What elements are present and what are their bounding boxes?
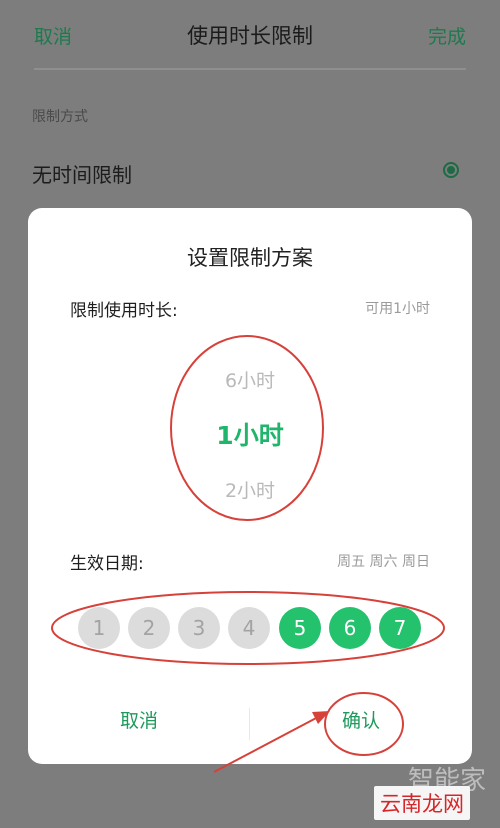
picker-item-selected[interactable]: 1小时 xyxy=(28,416,472,452)
dialog-title: 设置限制方案 xyxy=(187,246,313,270)
option-label: 无时间限制 xyxy=(32,163,132,187)
page-title: 使用时长限制 xyxy=(187,24,313,48)
duration-label: 限制使用时长: xyxy=(70,301,178,321)
option-no-limit[interactable]: 无时间限制 xyxy=(0,150,500,194)
day-button-1[interactable]: 1 xyxy=(78,607,120,649)
day-button-2[interactable]: 2 xyxy=(128,607,170,649)
day-selector: 1 2 3 4 5 6 7 xyxy=(78,607,438,649)
header-done-button[interactable]: 完成 xyxy=(428,22,466,49)
section-label: 限制方式 xyxy=(32,109,88,125)
top-bar: 取消 使用时长限制 完成 xyxy=(0,0,500,70)
day-button-6[interactable]: 6 xyxy=(329,607,371,649)
day-button-4[interactable]: 4 xyxy=(228,607,270,649)
dialog-confirm-button[interactable]: 确认 xyxy=(250,706,472,733)
date-label: 生效日期: xyxy=(70,554,144,574)
dialog-cancel-button[interactable]: 取消 xyxy=(28,706,250,733)
picker-item-next[interactable]: 2小时 xyxy=(28,476,472,503)
watermark-bottom: 云南龙网 xyxy=(374,786,470,820)
duration-picker[interactable]: 6小时 1小时 2小时 xyxy=(28,348,472,508)
limit-plan-dialog: 设置限制方案 限制使用时长: 可用1小时 6小时 1小时 2小时 生效日期: 周… xyxy=(28,208,472,764)
day-button-5[interactable]: 5 xyxy=(279,607,321,649)
day-button-3[interactable]: 3 xyxy=(178,607,220,649)
header-divider xyxy=(34,68,466,70)
dialog-buttons: 取消 确认 xyxy=(28,698,472,748)
duration-hint: 可用1小时 xyxy=(365,301,430,317)
date-hint: 周五 周六 周日 xyxy=(337,554,430,570)
picker-item-previous[interactable]: 6小时 xyxy=(28,366,472,393)
radio-selected-icon[interactable] xyxy=(443,162,459,178)
day-button-7[interactable]: 7 xyxy=(379,607,421,649)
